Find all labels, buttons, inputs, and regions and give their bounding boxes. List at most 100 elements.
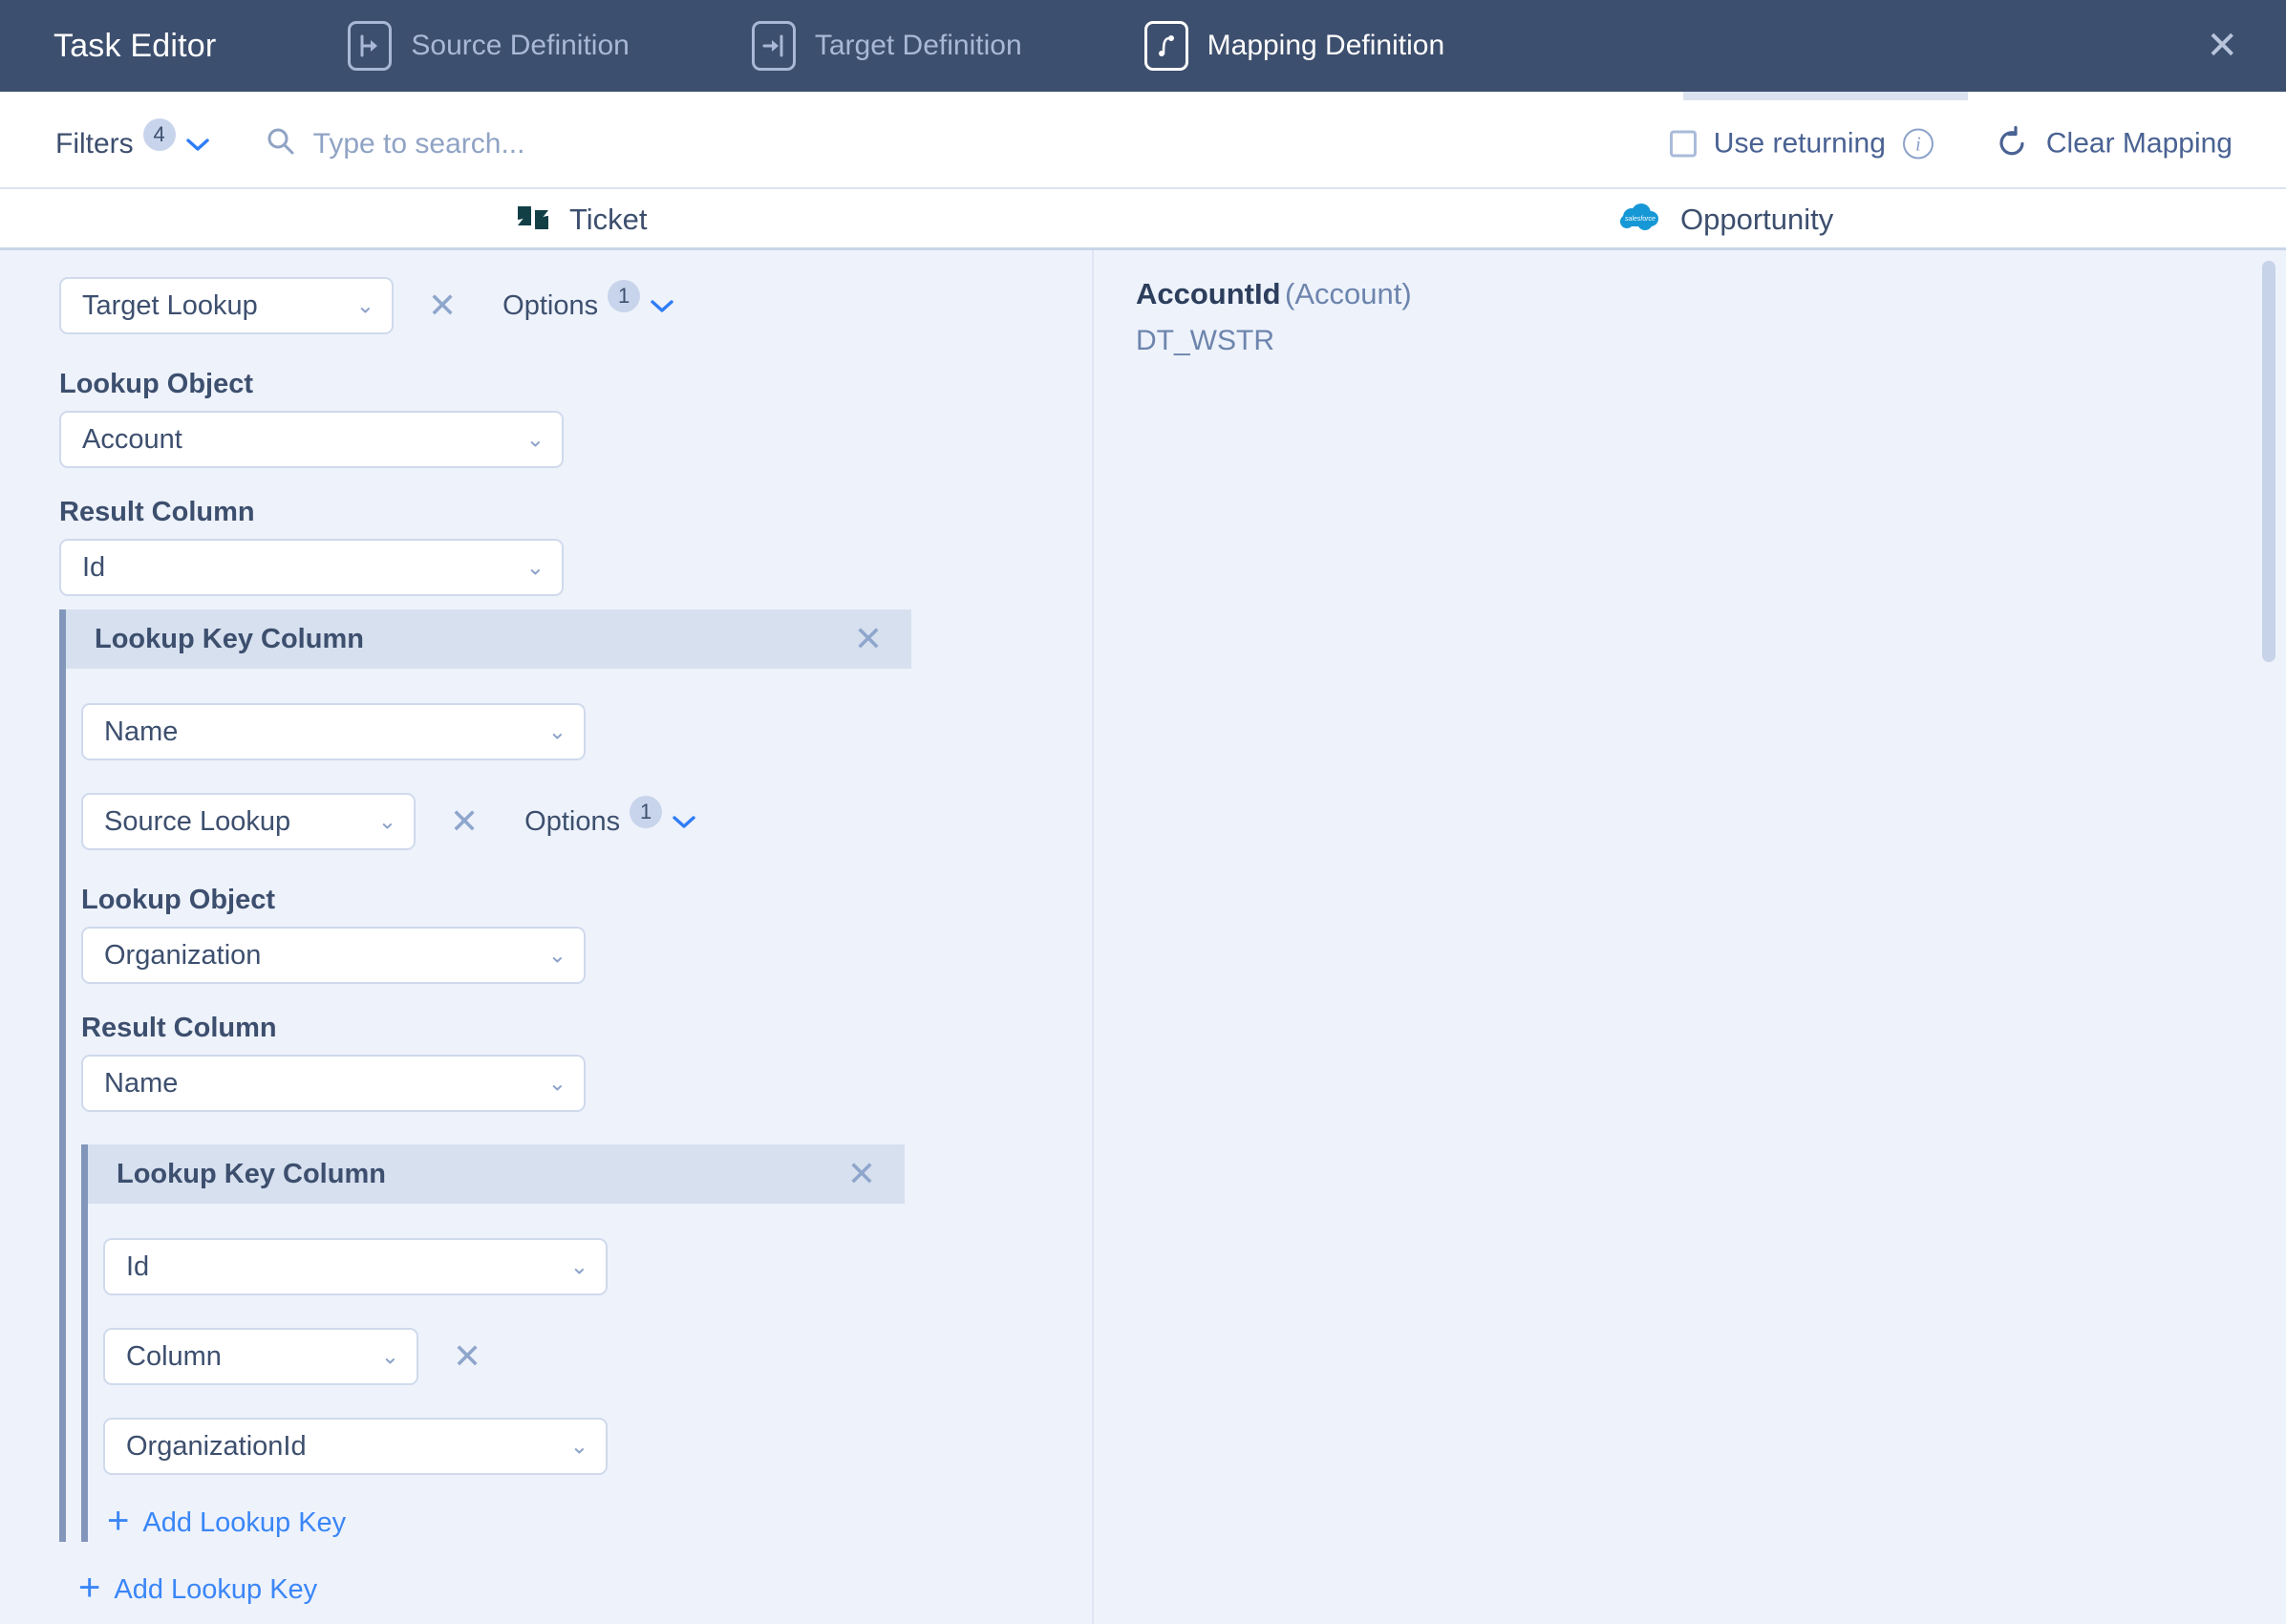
target-column-header: salesforce Opportunity <box>1619 189 1833 250</box>
level3-key-column-value: Id <box>126 1250 150 1282</box>
level2-type-row: Source Lookup ⌄ ✕ Options 1 <box>81 793 1034 850</box>
target-field-pane: AccountId (Account) DT_WSTR <box>1094 250 2286 1624</box>
level1-result-column-select[interactable]: Id ⌄ <box>59 539 564 596</box>
chevron-down-icon: ⌄ <box>380 1343 399 1369</box>
level1-remove-button[interactable]: ✕ <box>422 288 462 323</box>
chevron-down-icon: ⌄ <box>377 808 396 834</box>
chevron-down-icon: ⌄ <box>525 426 545 452</box>
lookup-key-column-title-level3: Lookup Key Column <box>117 1158 386 1189</box>
level2-lookup-object-label: Lookup Object <box>81 885 275 915</box>
level1-lookup-object-value: Account <box>82 423 182 455</box>
chevron-down-icon <box>185 132 210 157</box>
level2-key-column-value: Name <box>104 716 179 747</box>
clear-mapping-label: Clear Mapping <box>2045 127 2233 160</box>
level1-result-column-value: Id <box>82 551 106 583</box>
level2-result-column-label: Result Column <box>81 1013 277 1043</box>
tab-target-definition[interactable]: Target Definition <box>751 21 1022 71</box>
level1-options-count-badge: 1 <box>608 280 641 312</box>
level2-options-label: Options <box>524 805 621 837</box>
column-headers: Ticket salesforce Opportunity <box>0 189 2286 250</box>
chevron-down-icon <box>650 293 674 318</box>
add-lookup-key-button-level2[interactable]: + Add Lookup Key <box>78 1569 318 1609</box>
level2-key-column-select[interactable]: Name ⌄ <box>81 703 586 760</box>
level1-lookup-object-select[interactable]: Account ⌄ <box>59 411 564 468</box>
source-column-header: Ticket <box>516 189 648 250</box>
app-title: Task Editor <box>53 27 217 64</box>
clear-mapping-button[interactable]: Clear Mapping <box>1997 125 2233 162</box>
svg-text:salesforce: salesforce <box>1625 216 1656 223</box>
use-returning-checkbox[interactable]: Use returning i <box>1669 127 1933 160</box>
search-input[interactable] <box>312 127 906 160</box>
level1-type-row: Target Lookup ⌄ ✕ Options 1 <box>59 277 1072 334</box>
target-column-label: Opportunity <box>1680 203 1834 236</box>
level2-result-column-select[interactable]: Name ⌄ <box>81 1055 586 1112</box>
lookup-key-column-header-level3: Lookup Key Column ✕ <box>88 1144 905 1204</box>
use-returning-label: Use returning <box>1713 127 1886 160</box>
level2-result-column-value: Name <box>104 1067 179 1099</box>
lookup-key-column-body-level2: Name ⌄ Source Lookup ⌄ ✕ Options 1 Looku… <box>66 703 1034 1542</box>
add-lookup-key-label-level2: Add Lookup Key <box>114 1573 318 1605</box>
filters-button[interactable]: Filters 4 <box>55 118 210 160</box>
level3-key-column-select[interactable]: Id ⌄ <box>103 1238 608 1295</box>
chevron-down-icon <box>672 809 696 834</box>
level2-type-select[interactable]: Source Lookup ⌄ <box>81 793 416 850</box>
level3-remove-button[interactable]: ✕ <box>447 1339 487 1374</box>
tab-target-definition-label: Target Definition <box>814 30 1022 61</box>
target-definition-icon <box>751 21 796 71</box>
title-bar: Task Editor Source Definition Target Def… <box>0 0 2286 92</box>
tab-mapping-definition[interactable]: Mapping Definition <box>1143 21 1445 71</box>
lookup-key-column-panel-level2: Lookup Key Column ✕ Name ⌄ Source Lookup… <box>59 609 1034 1542</box>
mapping-editor-pane: Target Lookup ⌄ ✕ Options 1 Lookup Objec… <box>0 250 1092 1624</box>
toolbar: Filters 4 Use returning i <box>0 100 2286 189</box>
info-icon[interactable]: i <box>1902 128 1933 160</box>
lookup-key-column-close-level3[interactable]: ✕ <box>842 1157 882 1191</box>
lookup-key-column-header-level2: Lookup Key Column ✕ <box>66 609 911 669</box>
level2-options-button[interactable]: Options 1 <box>524 796 696 838</box>
level1-options-button[interactable]: Options 1 <box>502 280 674 322</box>
level2-lookup-object-select[interactable]: Organization ⌄ <box>81 927 586 984</box>
source-column-label: Ticket <box>569 203 648 236</box>
level2-lookup-object-group: Lookup Object Organization ⌄ <box>81 885 1034 984</box>
level2-lookup-object-value: Organization <box>104 939 262 971</box>
plus-icon: + <box>107 1500 130 1542</box>
target-field-datatype: DT_WSTR <box>1136 325 1274 356</box>
tab-mapping-definition-label: Mapping Definition <box>1207 30 1445 61</box>
filters-label: Filters <box>55 127 134 160</box>
target-field-heading: AccountId (Account) <box>1136 277 1412 311</box>
tab-list: Source Definition Target Definition Mapp… <box>348 21 1444 71</box>
level2-remove-button[interactable]: ✕ <box>444 804 484 839</box>
tab-source-definition[interactable]: Source Definition <box>348 21 630 71</box>
search-box[interactable] <box>266 126 906 161</box>
target-field[interactable]: AccountId (Account) DT_WSTR <box>1136 277 1412 357</box>
chevron-down-icon: ⌄ <box>525 554 545 580</box>
toolbar-actions: Use returning i Clear Mapping <box>1669 125 2233 162</box>
mapping-definition-icon <box>1143 21 1188 71</box>
chevron-down-icon: ⌄ <box>547 1070 566 1096</box>
level1-type-select[interactable]: Target Lookup ⌄ <box>59 277 394 334</box>
level1-result-column-group: Result Column Id ⌄ <box>59 497 1072 596</box>
salesforce-logo: salesforce <box>1619 203 1661 238</box>
chevron-down-icon: ⌄ <box>355 292 374 318</box>
level3-type-value: Column <box>126 1340 222 1372</box>
chevron-down-icon: ⌄ <box>569 1253 588 1279</box>
add-lookup-key-label-level3: Add Lookup Key <box>142 1506 347 1538</box>
add-lookup-key-button-level3[interactable]: + Add Lookup Key <box>107 1500 998 1542</box>
horizontal-scrollbar-thumb[interactable] <box>1683 92 1968 100</box>
target-field-object: (Account) <box>1285 277 1412 310</box>
level1-type-value: Target Lookup <box>82 289 258 321</box>
level3-column-select[interactable]: OrganizationId ⌄ <box>103 1418 608 1475</box>
filters-count-badge: 4 <box>142 118 176 151</box>
level3-type-row: Column ⌄ ✕ <box>103 1328 998 1385</box>
checkbox-icon[interactable] <box>1669 130 1697 158</box>
lookup-key-column-close-level2[interactable]: ✕ <box>848 622 888 656</box>
level3-column-value: OrganizationId <box>126 1430 307 1462</box>
lookup-key-column-body-level3: Id ⌄ Column ⌄ ✕ OrganizationId ⌄ + Add L… <box>88 1238 998 1542</box>
close-icon[interactable]: ✕ <box>2206 27 2238 65</box>
level1-lookup-object-group: Lookup Object Account ⌄ <box>59 369 1072 468</box>
level2-result-column-group: Result Column Name ⌄ <box>81 1013 1034 1112</box>
tab-source-definition-label: Source Definition <box>411 30 630 61</box>
lookup-key-column-title-level2: Lookup Key Column <box>95 623 364 654</box>
source-definition-icon <box>348 21 393 71</box>
main-body: Target Lookup ⌄ ✕ Options 1 Lookup Objec… <box>0 250 2286 1624</box>
level3-type-select[interactable]: Column ⌄ <box>103 1328 418 1385</box>
